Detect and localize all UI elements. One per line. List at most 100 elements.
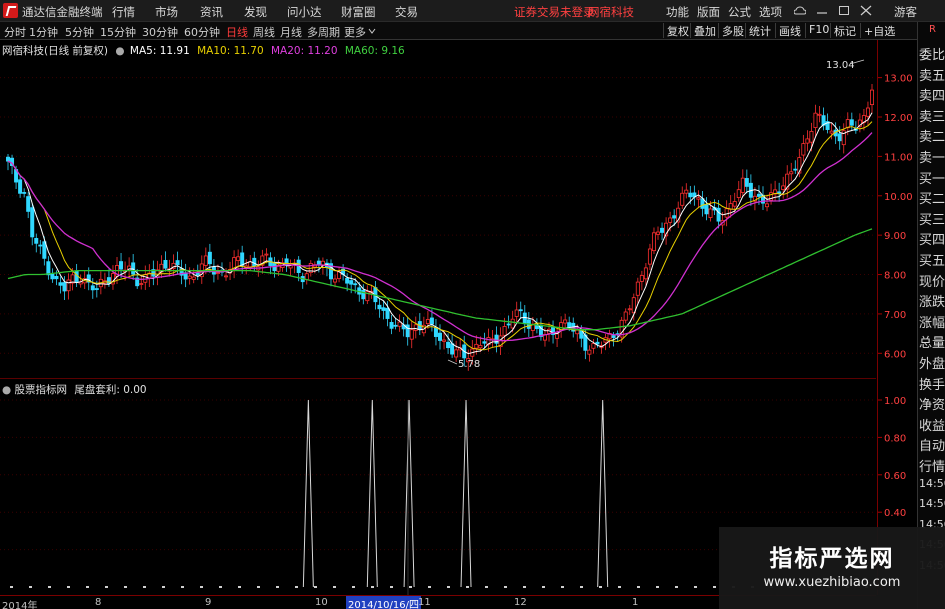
chevron-down-icon[interactable]: [368, 27, 376, 35]
period-15min[interactable]: 15分钟: [100, 24, 136, 40]
baseline-dot: [314, 586, 317, 588]
sidebar-top-label[interactable]: R: [919, 24, 945, 35]
sidebar-item[interactable]: 换手: [919, 374, 945, 393]
menu-wealth[interactable]: 财富圈: [341, 4, 376, 20]
indicator-spike: [403, 399, 415, 588]
f10-button[interactable]: F10: [805, 23, 832, 38]
minimize-icon[interactable]: [816, 5, 828, 16]
period-1min[interactable]: 1分钟: [29, 24, 58, 40]
sidebar-item[interactable]: 卖一: [919, 147, 945, 166]
menu-discover[interactable]: 发现: [244, 4, 267, 20]
candle-body: [207, 251, 212, 265]
candle-body: [502, 326, 507, 336]
candle-body: [446, 341, 451, 349]
restore-rights-button[interactable]: 复权: [663, 23, 692, 38]
low-price-label: 5.78: [458, 359, 480, 370]
mark-button[interactable]: 标记: [830, 23, 859, 38]
candle-body: [385, 307, 390, 319]
menu-news[interactable]: 资讯: [200, 4, 223, 20]
menu-layout[interactable]: 版面: [697, 4, 720, 20]
candle-body: [90, 285, 95, 291]
menu-market[interactable]: 市场: [155, 4, 178, 20]
price-tick-label: 7.00: [884, 310, 906, 321]
overlay-button[interactable]: 叠加: [690, 23, 719, 38]
candle-body: [789, 171, 794, 175]
sidebar-item[interactable]: 涨幅: [919, 312, 945, 331]
menu-options[interactable]: 选项: [759, 4, 782, 20]
menu-ask[interactable]: 问小达: [287, 4, 322, 20]
multi-stock-button[interactable]: 多股: [718, 23, 747, 38]
sidebar-item[interactable]: 现价: [919, 271, 945, 290]
close-icon[interactable]: [860, 5, 872, 16]
sidebar-item[interactable]: 委比: [919, 44, 945, 63]
sidebar-item[interactable]: 净资: [919, 394, 945, 413]
sidebar-item[interactable]: 卖二: [919, 126, 945, 145]
menu-formula[interactable]: 公式: [728, 4, 751, 20]
candle-body: [724, 208, 729, 218]
sidebar-item[interactable]: 卖四: [919, 85, 945, 104]
baseline-dot: [542, 586, 545, 588]
sidebar-item[interactable]: 自动: [919, 435, 945, 454]
sidebar-item[interactable]: 14:50: [919, 477, 945, 490]
period-daily[interactable]: 日线: [226, 24, 248, 40]
login-warning[interactable]: 证券交易未登录: [514, 4, 595, 20]
sidebar-item[interactable]: 买四: [919, 229, 945, 248]
candle-body: [236, 256, 241, 261]
sidebar-item[interactable]: 行情: [919, 456, 945, 475]
candle-body: [474, 343, 479, 349]
title-bar: 通达信金融终端 行情 市场 资讯 发现 问小达 财富圈 交易 证券交易未登录 网…: [0, 0, 945, 22]
date-label: 12: [514, 597, 527, 608]
sidebar-item[interactable]: 买三: [919, 209, 945, 228]
price-tick-label: 9.00: [884, 231, 906, 242]
period-60min[interactable]: 60分钟: [184, 24, 220, 40]
sidebar-item[interactable]: 总量: [919, 332, 945, 351]
period-intraday[interactable]: 分时: [4, 24, 26, 40]
sidebar-item[interactable]: 买二: [919, 188, 945, 207]
period-30min[interactable]: 30分钟: [142, 24, 178, 40]
period-monthly[interactable]: 月线: [280, 24, 302, 40]
candle-body: [437, 332, 442, 341]
period-multi[interactable]: 多周期: [307, 24, 340, 40]
candle-body: [224, 275, 229, 278]
sidebar-item[interactable]: 14:50: [919, 497, 945, 510]
candle-body: [30, 207, 35, 238]
candle-body: [809, 131, 814, 143]
draw-line-button[interactable]: 画线: [775, 23, 804, 38]
candle-body: [46, 261, 51, 276]
sidebar-item[interactable]: 买一: [919, 168, 945, 187]
baseline-dot: [656, 586, 659, 588]
baseline-dot: [580, 586, 583, 588]
sidebar-item[interactable]: 卖五: [919, 65, 945, 84]
candle-body: [587, 349, 592, 355]
price-plot: 13.04 5.78: [0, 59, 876, 371]
candle-body: [870, 89, 875, 106]
candle-body: [627, 308, 632, 311]
maximize-icon[interactable]: [838, 5, 850, 16]
indicator-spike: [460, 399, 472, 588]
baseline-dot: [637, 586, 640, 588]
menu-function[interactable]: 功能: [666, 4, 689, 20]
baseline-dot: [466, 586, 469, 588]
candle-body: [563, 319, 568, 324]
sidebar-item[interactable]: 买五: [919, 250, 945, 269]
candlestick-chart[interactable]: 网宿科技(日线 前复权) ● MA5: 11.91 MA10: 11.70 MA…: [0, 40, 876, 379]
cloud-icon[interactable]: [794, 5, 806, 16]
menu-trade[interactable]: 交易: [395, 4, 418, 20]
sidebar-item[interactable]: 外盘: [919, 353, 945, 372]
date-label: 10: [315, 597, 328, 608]
period-weekly[interactable]: 周线: [253, 24, 275, 40]
period-5min[interactable]: 5分钟: [65, 24, 94, 40]
sidebar-item[interactable]: 卖三: [919, 106, 945, 125]
guest-label[interactable]: 游客: [894, 4, 917, 20]
sidebar-item[interactable]: 收益: [919, 415, 945, 434]
candle-body: [26, 196, 31, 212]
candle-body: [94, 288, 99, 290]
period-more[interactable]: 更多: [344, 24, 366, 40]
candle-body: [478, 345, 483, 349]
menu-quotes[interactable]: 行情: [112, 4, 135, 20]
statistics-button[interactable]: 统计: [745, 23, 774, 38]
candle-body: [175, 260, 180, 266]
sidebar-item[interactable]: 涨跌: [919, 291, 945, 310]
add-favorite-button[interactable]: +自选: [860, 23, 898, 38]
baseline-dot: [200, 586, 203, 588]
